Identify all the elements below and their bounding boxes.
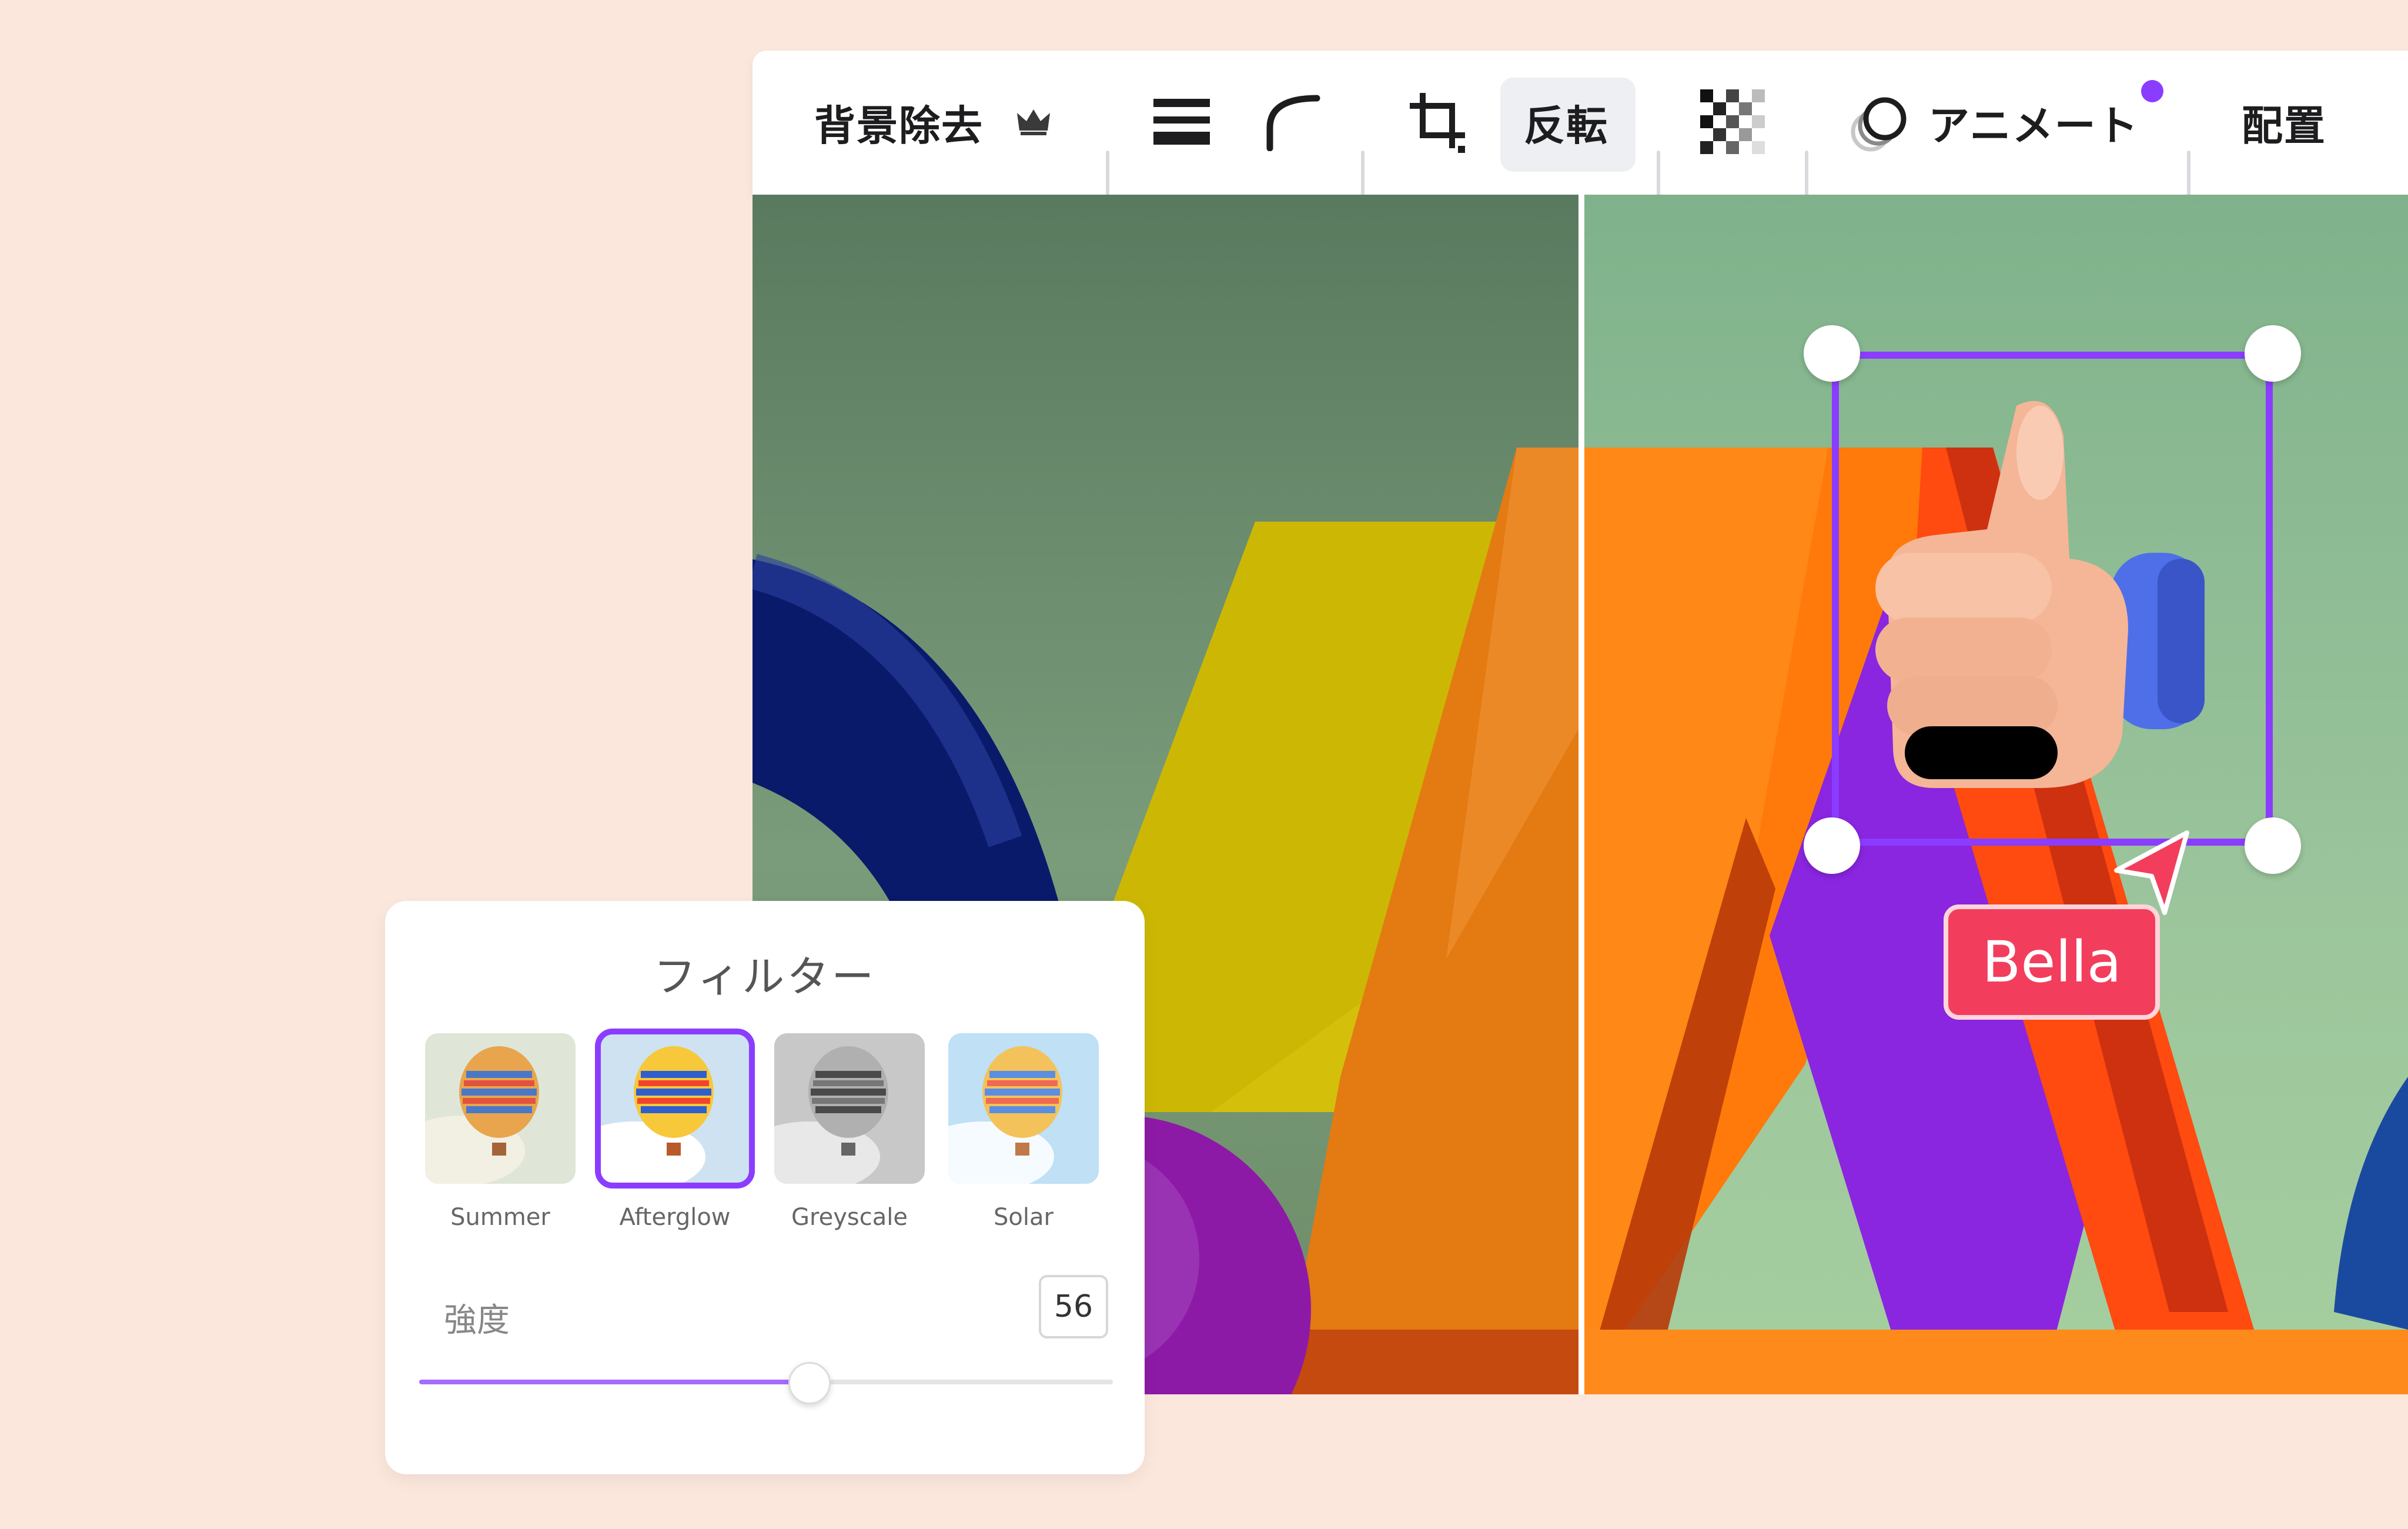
remove-background-label: 背景除去: [814, 102, 984, 150]
crop-icon: [1406, 89, 1471, 156]
strength-value: 56: [1054, 1289, 1093, 1324]
resize-handle-top-left[interactable]: [1804, 325, 1860, 382]
line-weight-icon: [1152, 95, 1211, 151]
strength-slider[interactable]: [419, 1362, 1113, 1404]
resize-handle-bottom-right[interactable]: [2245, 817, 2301, 874]
strength-slider-knob[interactable]: [788, 1362, 831, 1404]
crown-icon: [1016, 107, 1051, 139]
toolbar-separator: [1805, 151, 1808, 201]
filter-label-afterglow: Afterglow: [619, 1204, 731, 1231]
resize-handle-top-right[interactable]: [2245, 325, 2301, 382]
crop-button[interactable]: [1406, 51, 1471, 195]
selection-box[interactable]: [1832, 352, 2273, 846]
transparency-checker-icon: [1700, 89, 1765, 156]
toolbar-separator: [2187, 151, 2190, 201]
resize-handle-bottom-left[interactable]: [1804, 817, 1860, 874]
filter-label-solar: Solar: [994, 1204, 1054, 1231]
before-after-divider[interactable]: [1578, 195, 1584, 1394]
strength-label: 強度: [444, 1301, 510, 1340]
corner-radius-icon: [1264, 92, 1323, 153]
filter-panel-title: フィルター: [653, 952, 877, 1001]
toolbar-separator: [1361, 151, 1364, 201]
remove-background-button[interactable]: 背景除去: [814, 51, 1051, 195]
strength-slider-fill: [419, 1380, 808, 1384]
new-feature-dot: [2141, 80, 2163, 102]
flip-label: 反転: [1524, 102, 1608, 150]
arrange-button[interactable]: 配置: [2242, 51, 2326, 195]
flip-button[interactable]: 反転: [1524, 51, 1608, 195]
filter-thumb-summer[interactable]: [425, 1033, 576, 1184]
filter-label-greyscale: Greyscale: [791, 1204, 908, 1231]
arrange-label: 配置: [2242, 102, 2326, 150]
collaborator-tag: Bella: [1944, 904, 2160, 1020]
filter-label-summer: Summer: [450, 1204, 550, 1231]
toolbar-separator: [1657, 151, 1660, 201]
collaborator-name: Bella: [1982, 929, 2122, 995]
transparency-button[interactable]: [1700, 51, 1765, 195]
filter-thumb-afterglow[interactable]: [595, 1029, 755, 1189]
strength-value-field[interactable]: 56: [1039, 1275, 1108, 1338]
border-style-button[interactable]: [1152, 51, 1211, 195]
filter-thumb-greyscale[interactable]: [774, 1033, 925, 1184]
editor-toolbar: 背景除去 反転 アニメート 配置: [752, 51, 2408, 201]
filter-panel: フィルター Summer Afterglow Greyscale Solar 強…: [385, 901, 1145, 1474]
animate-icon: [1847, 89, 1912, 156]
animate-button[interactable]: アニメート: [1847, 51, 2139, 195]
corner-rounding-button[interactable]: [1264, 51, 1323, 195]
toolbar-separator: [1106, 151, 1109, 201]
filter-thumb-solar[interactable]: [948, 1033, 1099, 1184]
animate-label: アニメート: [1928, 102, 2139, 150]
